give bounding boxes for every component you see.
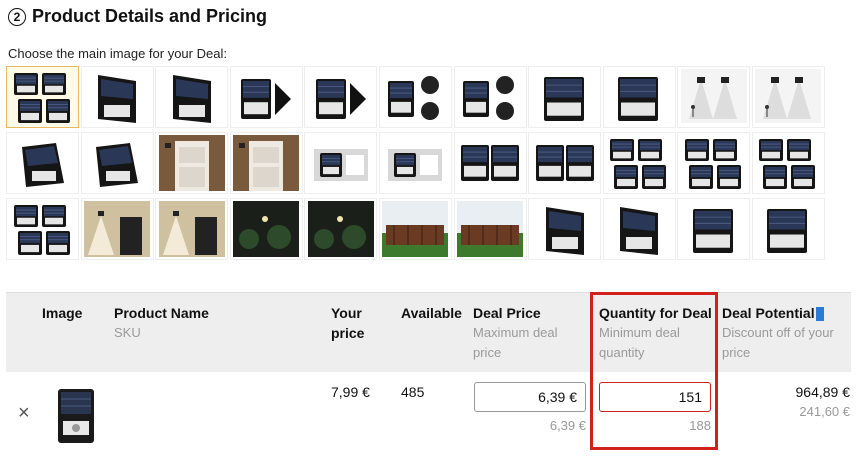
image-choice-grid bbox=[6, 66, 836, 264]
available-value: 485 bbox=[401, 384, 425, 400]
deal-potential-value: 964,89 € bbox=[795, 384, 851, 400]
image-option-lamp-front[interactable] bbox=[751, 198, 825, 260]
image-option-garden-night[interactable] bbox=[229, 198, 303, 260]
deal-price-max: 6,39 € bbox=[549, 418, 586, 433]
image-option-light-diagram[interactable] bbox=[751, 66, 825, 128]
discount-value: 241,60 € bbox=[799, 404, 850, 419]
header-available: Available bbox=[401, 305, 462, 321]
image-option-double-lamp[interactable] bbox=[453, 132, 527, 194]
text-cursor-icon bbox=[815, 307, 824, 322]
image-option-lamp-side[interactable] bbox=[80, 132, 154, 194]
image-option-lamp-angle[interactable] bbox=[155, 66, 229, 128]
image-option-lamp-arrow[interactable] bbox=[304, 66, 378, 128]
image-option-garden-night[interactable] bbox=[304, 198, 378, 260]
image-option-lamp-front[interactable] bbox=[528, 66, 602, 128]
deal-price-input[interactable]: 6,39 € bbox=[474, 382, 586, 412]
image-option-door-scene[interactable] bbox=[155, 132, 229, 194]
image-row bbox=[6, 66, 836, 132]
image-option-fence-scene[interactable] bbox=[453, 198, 527, 260]
header-product-name: Product Name bbox=[114, 305, 209, 321]
step-number: 2 bbox=[8, 7, 26, 26]
section-title: 2 Product Details and Pricing bbox=[8, 6, 267, 27]
header-deal-price-sub: Maximum deal price bbox=[473, 325, 558, 360]
section-title-text: Product Details and Pricing bbox=[32, 6, 268, 26]
image-option-lamp-front[interactable] bbox=[602, 66, 676, 128]
image-option-quad-lamps[interactable] bbox=[6, 66, 79, 128]
image-option-lamp-parts[interactable] bbox=[453, 66, 527, 128]
header-deal-potential: Deal Potential bbox=[722, 303, 824, 323]
image-option-lamp-front[interactable] bbox=[677, 198, 751, 260]
image-option-lamp-angle[interactable] bbox=[528, 198, 602, 260]
header-deal-potential-text: Deal Potential bbox=[722, 305, 815, 321]
image-choice-label: Choose the main image for your Deal: bbox=[8, 46, 227, 61]
quantity-highlight-box bbox=[590, 292, 718, 450]
image-option-light-diagram[interactable] bbox=[677, 66, 751, 128]
image-option-quad-lamps[interactable] bbox=[677, 132, 751, 194]
header-sku: SKU bbox=[114, 325, 141, 340]
header-your-price: Your price bbox=[331, 305, 365, 341]
image-option-lamp-angle[interactable] bbox=[602, 198, 676, 260]
product-thumbnail bbox=[52, 387, 100, 448]
image-row bbox=[6, 198, 836, 264]
image-row bbox=[6, 132, 836, 198]
image-option-quad-lamps[interactable] bbox=[751, 132, 825, 194]
image-option-night-scene[interactable] bbox=[155, 198, 229, 260]
remove-row-button[interactable]: × bbox=[18, 402, 30, 425]
image-option-night-scene[interactable] bbox=[80, 198, 154, 260]
header-deal-price: Deal Price bbox=[473, 305, 541, 321]
table-row: × 7,99 € 485 6,39 € 6,39 € 151 188 964,8… bbox=[6, 372, 851, 456]
image-option-lamp-pack[interactable] bbox=[378, 132, 452, 194]
product-table: Image Product Name SKU Your price Availa… bbox=[6, 292, 851, 456]
header-image: Image bbox=[42, 305, 83, 321]
table-header: Image Product Name SKU Your price Availa… bbox=[6, 292, 851, 373]
image-option-lamp-parts[interactable] bbox=[378, 66, 452, 128]
image-option-fence-scene[interactable] bbox=[378, 198, 452, 260]
image-option-door-scene[interactable] bbox=[229, 132, 303, 194]
your-price-value: 7,99 € bbox=[331, 384, 370, 400]
header-deal-potential-sub: Discount off of your price bbox=[722, 325, 834, 360]
image-option-quad-lamps[interactable] bbox=[602, 132, 676, 194]
image-option-double-lamp[interactable] bbox=[528, 132, 602, 194]
image-option-quad-lamps[interactable] bbox=[6, 198, 79, 260]
image-option-lamp-side[interactable] bbox=[6, 132, 79, 194]
image-option-lamp-angle[interactable] bbox=[80, 66, 154, 128]
image-option-lamp-arrow[interactable] bbox=[229, 66, 303, 128]
image-option-lamp-pack[interactable] bbox=[304, 132, 378, 194]
